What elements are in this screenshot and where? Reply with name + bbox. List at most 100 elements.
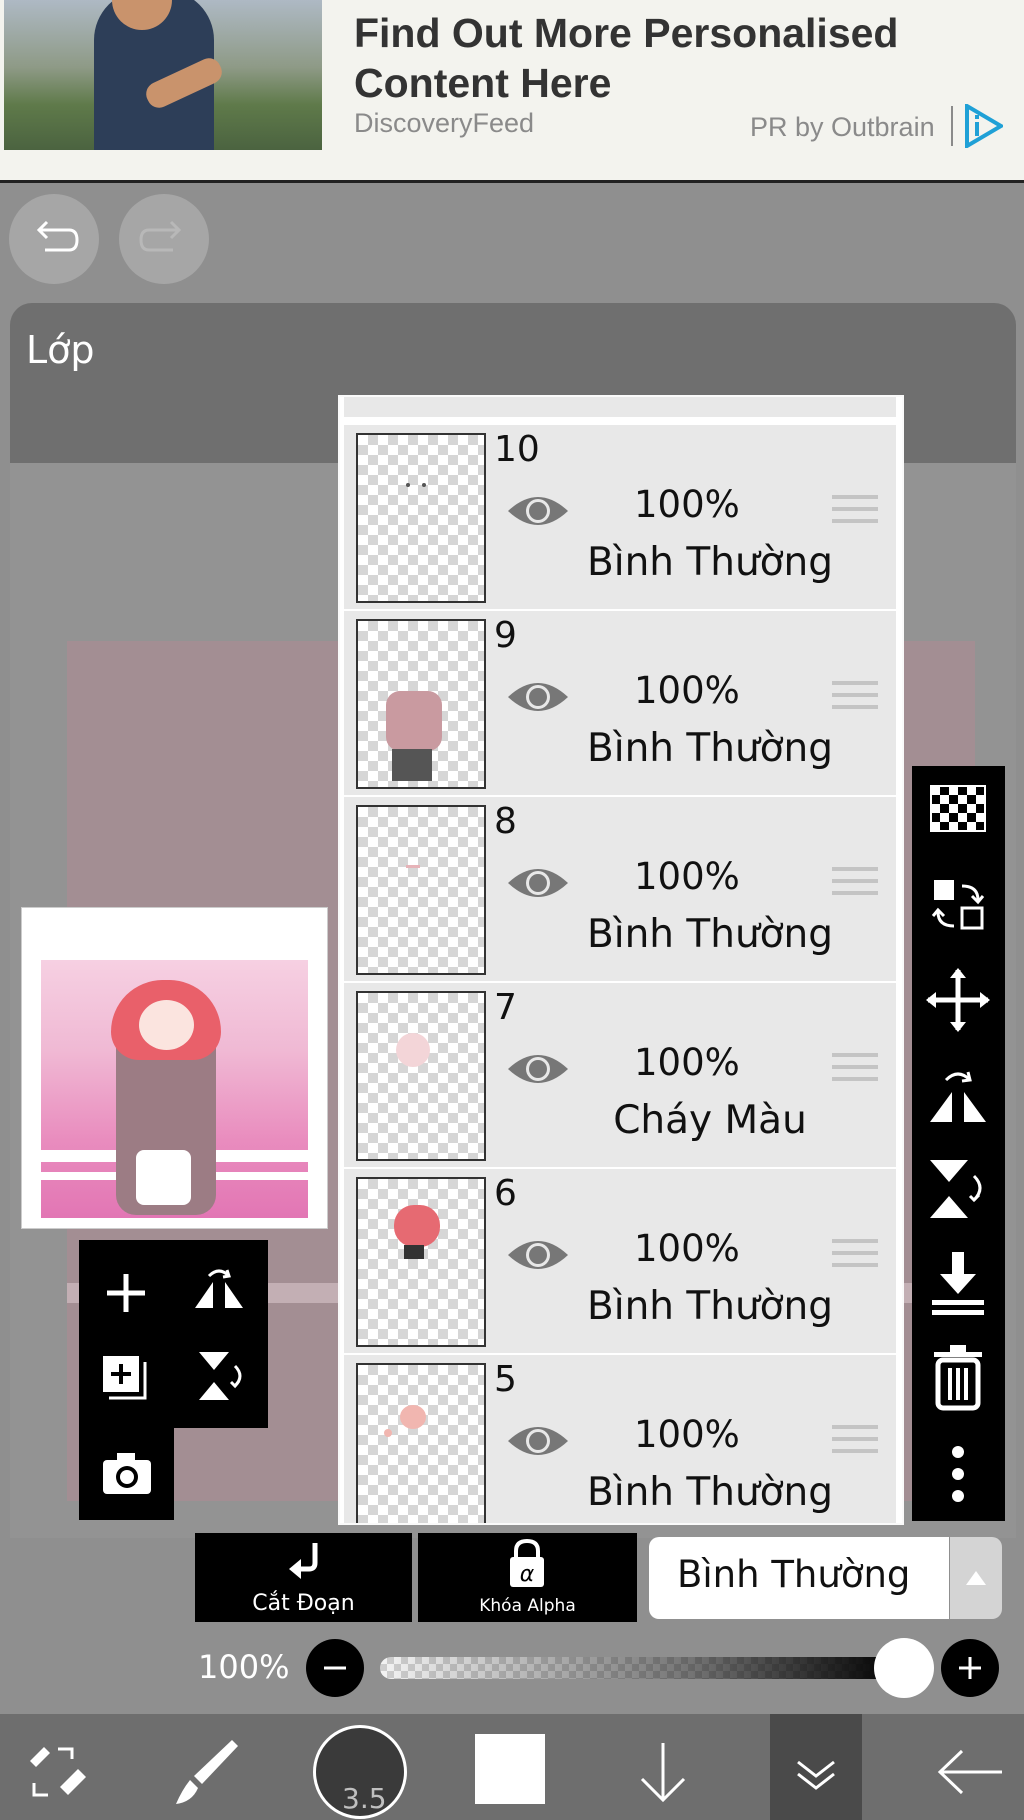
drag-handle-icon[interactable] [832,1053,878,1093]
layer-opacity: 100% [634,483,740,526]
arrow-down-icon[interactable] [628,1737,698,1807]
transform-eraser-tool-icon[interactable] [20,1735,92,1807]
merge-down-icon [932,1252,984,1315]
layer-row[interactable]: 7 100% Cháy Màu [344,983,896,1169]
opacity-slider[interactable] [380,1657,900,1679]
layer-thumbnail[interactable] [356,433,486,603]
layer-tools-panel [79,1240,268,1428]
layer-number: 5 [494,1359,517,1400]
more-options-button[interactable] [912,1424,1005,1518]
layer-thumbnail[interactable] [356,619,486,789]
visibility-eye-icon[interactable] [506,1419,570,1463]
layer-row[interactable]: 8 100% Bình Thường [344,797,896,983]
layer-list[interactable]: 10 100% Bình Thường 9 100% Bình Thường 8… [338,395,904,1525]
transparency-button[interactable] [912,766,1005,860]
drag-handle-icon[interactable] [832,1425,878,1465]
layers-collapse-icon[interactable] [790,1744,842,1800]
layer-row[interactable]: 6 100% Bình Thường [344,1169,896,1355]
alpha-lock-button[interactable]: α Khóa Alpha [418,1533,637,1622]
brush-size-value: 3.5 [342,1782,387,1815]
layer-actions-toolbar [912,766,1005,1521]
alpha-lock-label: Khóa Alpha [479,1596,576,1616]
panel-title: Lớp [26,328,95,372]
lock-icon: α [510,1539,544,1587]
opacity-increase-button[interactable] [941,1639,999,1697]
flip-horizontal-button[interactable] [912,1048,1005,1142]
visibility-eye-icon[interactable] [506,675,570,719]
visibility-eye-icon[interactable] [506,861,570,905]
layer-blend-mode: Bình Thường [586,1470,834,1515]
undo-icon [36,220,79,252]
checkerboard-icon [930,785,986,832]
clipping-arrow-icon [289,1543,318,1579]
blend-mode-dropdown-button[interactable] [950,1537,1002,1619]
opacity-decrease-button[interactable] [306,1639,364,1697]
visibility-eye-icon[interactable] [506,489,570,533]
ad-sponsor: PR by Outbrain [750,112,935,142]
layer-row[interactable]: 9 100% Bình Thường [344,611,896,797]
swap-layer-button[interactable] [912,860,1005,954]
more-vertical-icon [952,1446,964,1502]
ad-divider [951,106,953,146]
flip-vertical-button[interactable] [912,1142,1005,1236]
ad-image[interactable] [4,0,322,150]
layer-blend-mode: Cháy Màu [613,1098,807,1143]
drag-handle-icon[interactable] [832,867,878,907]
back-arrow-icon[interactable] [934,1737,1006,1807]
blend-mode-value: Bình Thường [677,1553,911,1596]
move-icon [926,968,990,1032]
redo-icon [139,220,182,252]
delete-layer-button[interactable] [912,1330,1005,1424]
brush-tool-icon[interactable] [168,1734,244,1810]
layer-number: 6 [494,1173,517,1214]
layer-row-partial[interactable] [344,397,896,419]
layer-row[interactable]: 10 100% Bình Thường [344,425,896,611]
layer-opacity: 100% [634,1413,740,1456]
color-swatch[interactable] [475,1734,545,1804]
redo-button[interactable] [119,194,209,284]
merge-down-button[interactable] [912,1236,1005,1330]
layer-blend-mode: Bình Thường [586,1284,834,1329]
layer-thumbnail[interactable] [356,1177,486,1347]
layer-thumbnail[interactable] [356,805,486,975]
undo-button[interactable] [9,194,99,284]
layer-opacity: 100% [634,669,740,712]
duplicate-layer-icon[interactable] [99,1352,151,1404]
triangle-up-icon [966,1571,986,1585]
layer-opacity: 100% [634,855,740,898]
clipping-button[interactable]: Cắt Đoạn [195,1533,412,1622]
layer-number: 8 [494,801,517,842]
trash-icon [934,1345,982,1411]
plus-icon [959,1657,981,1679]
drag-handle-icon[interactable] [832,681,878,721]
flip-horizontal-icon [930,1071,986,1122]
ad-title[interactable]: Find Out More Personalised Content Here [354,8,994,108]
layer-blend-mode: Bình Thường [586,540,834,585]
move-button[interactable] [912,954,1005,1048]
svg-text:α: α [520,1562,535,1587]
visibility-eye-icon[interactable] [506,1233,570,1277]
flip-vertical-icon[interactable] [191,1348,247,1404]
layer-number: 10 [494,429,540,470]
add-layer-icon[interactable] [101,1268,151,1318]
layer-thumbnail[interactable] [356,991,486,1161]
outbrain-logo-icon[interactable] [963,104,1003,148]
minus-icon [324,1666,346,1670]
artwork-thumbnail [41,960,308,1218]
opacity-value: 100% [198,1648,290,1686]
camera-icon [103,1453,151,1494]
opacity-slider-handle[interactable] [874,1638,934,1698]
ad-banner[interactable]: Find Out More Personalised Content Here … [0,0,1024,183]
swap-icon [931,880,985,930]
drag-handle-icon[interactable] [832,1239,878,1279]
layer-number: 9 [494,615,517,656]
camera-button[interactable] [79,1428,174,1520]
clipping-label: Cắt Đoạn [252,1591,355,1616]
drag-handle-icon[interactable] [832,495,878,535]
layer-thumbnail[interactable] [356,1363,486,1523]
flip-horizontal-icon[interactable] [191,1264,247,1320]
layer-opacity: 100% [634,1041,740,1084]
layer-row[interactable]: 5 100% Bình Thường [344,1355,896,1523]
layer-blend-mode: Bình Thường [586,726,834,771]
visibility-eye-icon[interactable] [506,1047,570,1091]
